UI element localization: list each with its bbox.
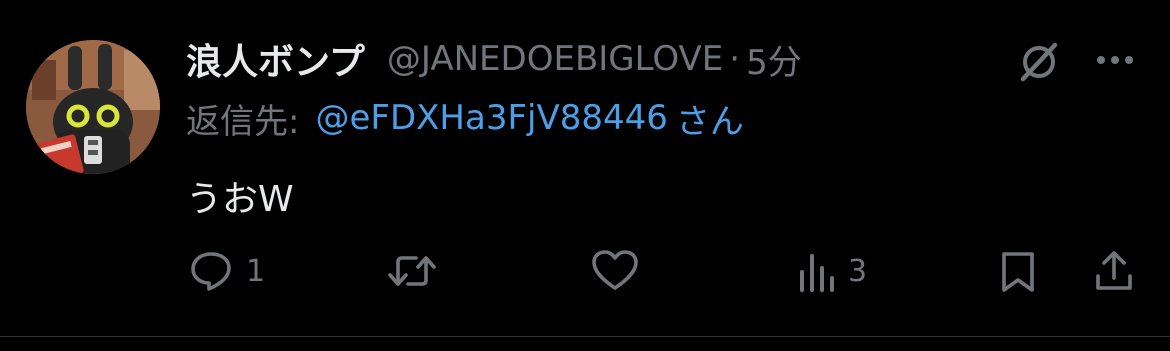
reply-to-line: 返信先: @eFDXHa3FjV88446 さん [186,94,744,142]
post[interactable]: 浪人ボンプ @JANEDOEBIGLOVE · 5分 返信先: @eFDXHa3… [0,0,1170,336]
author-display-name[interactable]: 浪人ボンプ [186,33,365,85]
like-icon [592,250,638,290]
reply-count: 1 [246,253,266,289]
views-button[interactable]: 3 [796,248,867,294]
reply-to-prefix: 返信先: [186,101,300,142]
reply-icon [191,252,231,291]
post-text: うおW [186,179,294,220]
repost-icon [388,256,436,286]
share-button[interactable] [1092,248,1136,294]
reply-button[interactable]: 1 [188,248,265,294]
separator-dot: · [729,39,741,79]
post-divider [0,336,1170,337]
reply-to-suffix: さん [675,101,744,142]
avatar-image [26,40,160,174]
repost-button[interactable] [386,248,438,294]
reply-to-handle-link[interactable]: @eFDXHa3FjV88446 [315,98,667,138]
like-button[interactable] [590,248,640,294]
bookmark-icon [1002,252,1034,292]
bookmark-button[interactable] [998,248,1038,294]
post-timestamp[interactable]: 5分 [746,35,802,84]
avatar[interactable] [26,40,160,174]
views-icon [800,254,834,292]
author-handle[interactable]: @JANEDOEBIGLOVE [387,39,723,79]
post-header: 浪人ボンプ @JANEDOEBIGLOVE · 5分 [186,34,802,84]
views-count: 3 [848,253,868,289]
share-icon [1096,251,1132,290]
more-icon[interactable] [1090,40,1140,80]
grok-icon[interactable] [1014,36,1064,86]
